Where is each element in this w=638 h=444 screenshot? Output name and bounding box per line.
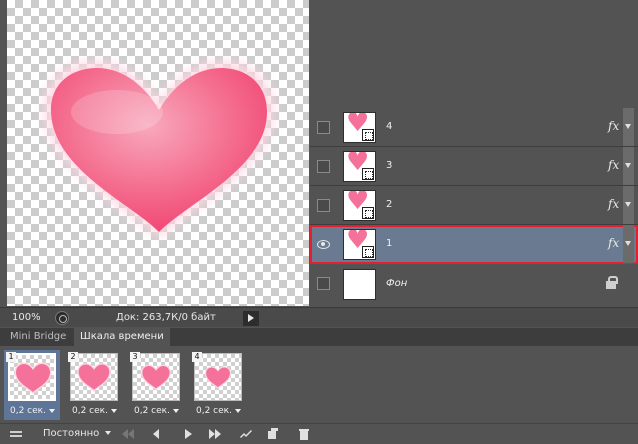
- document-canvas[interactable]: [7, 0, 309, 306]
- layer-row-3[interactable]: ♥ 3 fx: [310, 147, 638, 186]
- timeline-controls: Постоянно: [0, 423, 638, 444]
- layer-name: 4: [386, 121, 393, 132]
- expand-effects-icon[interactable]: [623, 108, 634, 146]
- smart-object-icon: [362, 168, 374, 180]
- heart-image: [45, 62, 273, 238]
- layer-name: 1: [386, 238, 393, 249]
- tab-timeline[interactable]: Шкала времени: [74, 328, 170, 346]
- layer-row-2[interactable]: ♥ 2 fx: [310, 186, 638, 225]
- visibility-toggle[interactable]: [317, 199, 330, 212]
- loop-options-select[interactable]: Постоянно: [43, 428, 111, 443]
- layer-thumbnail: ♥: [343, 112, 376, 143]
- status-bar: 100% Док: 263,7К/0 байт: [0, 307, 638, 327]
- status-menu-arrow-icon[interactable]: [243, 311, 259, 326]
- visibility-toggle[interactable]: [317, 160, 330, 173]
- frame-delay-select[interactable]: 0,2 сек.: [72, 406, 117, 416]
- fx-icon[interactable]: fx: [608, 197, 619, 211]
- layer-name: Фон: [386, 278, 408, 289]
- convert-timeline-icon[interactable]: [10, 431, 22, 437]
- visibility-toggle[interactable]: [317, 121, 330, 134]
- layer-thumbnail: ♥: [343, 151, 376, 182]
- eye-icon[interactable]: [317, 238, 330, 251]
- frame-number: 4: [192, 352, 202, 362]
- frame-1[interactable]: 1 0,2 сек.: [4, 350, 60, 420]
- frame-number: 3: [130, 352, 140, 362]
- expand-effects-icon[interactable]: [623, 147, 634, 185]
- zoom-menu-icon[interactable]: [55, 311, 69, 325]
- fx-icon[interactable]: fx: [608, 236, 619, 250]
- layer-name: 3: [386, 160, 393, 171]
- lock-icon: [606, 276, 618, 289]
- layer-row-background[interactable]: Фон: [310, 264, 638, 306]
- layer-row-1[interactable]: ♥ 1 fx: [310, 225, 638, 264]
- smart-object-icon: [362, 129, 374, 141]
- duplicate-frame-icon[interactable]: [266, 427, 280, 441]
- tween-icon[interactable]: [238, 427, 254, 441]
- fx-icon[interactable]: fx: [608, 158, 619, 172]
- document-info: Док: 263,7К/0 байт: [116, 312, 216, 323]
- frame-delay-select[interactable]: 0,2 сек.: [134, 406, 179, 416]
- smart-object-icon: [362, 246, 374, 258]
- next-frame-icon[interactable]: [207, 427, 223, 441]
- heart-icon: [14, 362, 52, 394]
- frame-3[interactable]: 3 0,2 сек.: [128, 350, 184, 420]
- layer-thumbnail: [343, 269, 376, 300]
- smart-object-icon: [362, 207, 374, 219]
- panel-tab-bar: Mini Bridge Шкала времени: [0, 328, 638, 346]
- trash-icon[interactable]: [297, 427, 311, 441]
- layer-name: 2: [386, 199, 393, 210]
- timeline-frames: 1 0,2 сек. 2 0,2 сек. 3 0,2 сек. 4 0,2 с…: [0, 346, 638, 423]
- prev-frame-icon[interactable]: [150, 427, 162, 441]
- layer-thumbnail: ♥: [343, 229, 376, 260]
- first-frame-icon[interactable]: [120, 427, 136, 441]
- layer-row-4[interactable]: ♥ 4 fx: [310, 108, 638, 147]
- expand-effects-icon[interactable]: [623, 186, 634, 224]
- visibility-toggle[interactable]: [317, 277, 330, 290]
- frame-2[interactable]: 2 0,2 сек.: [66, 350, 122, 420]
- frame-delay-select[interactable]: 0,2 сек.: [10, 406, 55, 416]
- tab-mini-bridge[interactable]: Mini Bridge: [4, 328, 72, 346]
- fx-icon[interactable]: fx: [608, 119, 619, 133]
- layer-thumbnail: ♥: [343, 190, 376, 221]
- frame-delay-select[interactable]: 0,2 сек.: [196, 406, 241, 416]
- zoom-level[interactable]: 100%: [12, 312, 41, 323]
- play-icon[interactable]: [182, 427, 194, 441]
- frame-number: 1: [6, 352, 16, 362]
- layers-panel: ♥ 4 fx ♥ 3 fx ♥ 2 fx ♥ 1 fx Фон: [310, 108, 638, 306]
- expand-effects-icon[interactable]: [623, 225, 634, 263]
- frame-number: 2: [68, 352, 78, 362]
- frame-4[interactable]: 4 0,2 сек.: [190, 350, 246, 420]
